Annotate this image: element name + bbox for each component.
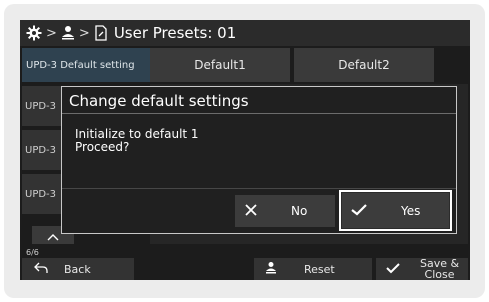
tab-default1[interactable]: Default1 <box>150 48 290 82</box>
list-item-label: UPD-3 <box>25 188 57 200</box>
back-button[interactable]: Back <box>22 258 134 280</box>
dialog-message-line2: Proceed? <box>75 140 130 154</box>
document-icon[interactable] <box>94 25 108 41</box>
yes-button[interactable]: Yes <box>339 190 452 231</box>
checkmark-icon <box>351 203 367 219</box>
gear-icon[interactable] <box>26 25 42 41</box>
tab-label: Default2 <box>338 58 390 72</box>
tab-default2[interactable]: Default2 <box>294 48 434 82</box>
back-label: Back <box>64 262 91 276</box>
no-label: No <box>291 204 308 218</box>
reset-user-icon <box>264 261 278 278</box>
dialog-divider <box>62 113 456 114</box>
list-item-label: UPD-3 <box>25 100 57 112</box>
dialog-title: Change default settings <box>69 92 249 110</box>
reset-label: Reset <box>304 262 335 276</box>
tab-label: UPD-3 Default setting <box>26 59 135 71</box>
save-close-label-line2: Close <box>424 268 455 280</box>
confirm-dialog: Change default settings Initialize to de… <box>61 86 457 234</box>
checkmark-icon <box>386 262 400 277</box>
screen: > > User Presets: 01 UPD-3 Default setti… <box>20 20 470 280</box>
list-item-label: UPD-3 <box>25 144 57 156</box>
breadcrumb-separator: > <box>78 25 90 41</box>
user-icon[interactable] <box>61 25 75 41</box>
close-icon <box>245 203 257 219</box>
yes-label: Yes <box>401 203 421 218</box>
back-arrow-icon <box>34 262 48 277</box>
reset-button[interactable]: Reset <box>254 258 372 280</box>
dialog-message-line1: Initialize to default 1 <box>75 127 199 141</box>
no-button[interactable]: No <box>235 195 335 227</box>
save-close-button[interactable]: Save & Close <box>376 258 468 280</box>
chevron-up-icon <box>47 226 59 245</box>
page-title: User Presets: 01 <box>113 24 237 42</box>
tab-label: Default1 <box>194 58 246 72</box>
save-close-label: Save & Close <box>420 258 459 280</box>
tab-upd3-default-setting[interactable]: UPD-3 Default setting <box>22 48 150 82</box>
breadcrumb: > > User Presets: 01 <box>20 20 470 46</box>
breadcrumb-separator: > <box>46 25 57 41</box>
dialog-footer-divider <box>62 188 456 189</box>
dialog-message: Initialize to default 1 Proceed? <box>75 128 199 154</box>
